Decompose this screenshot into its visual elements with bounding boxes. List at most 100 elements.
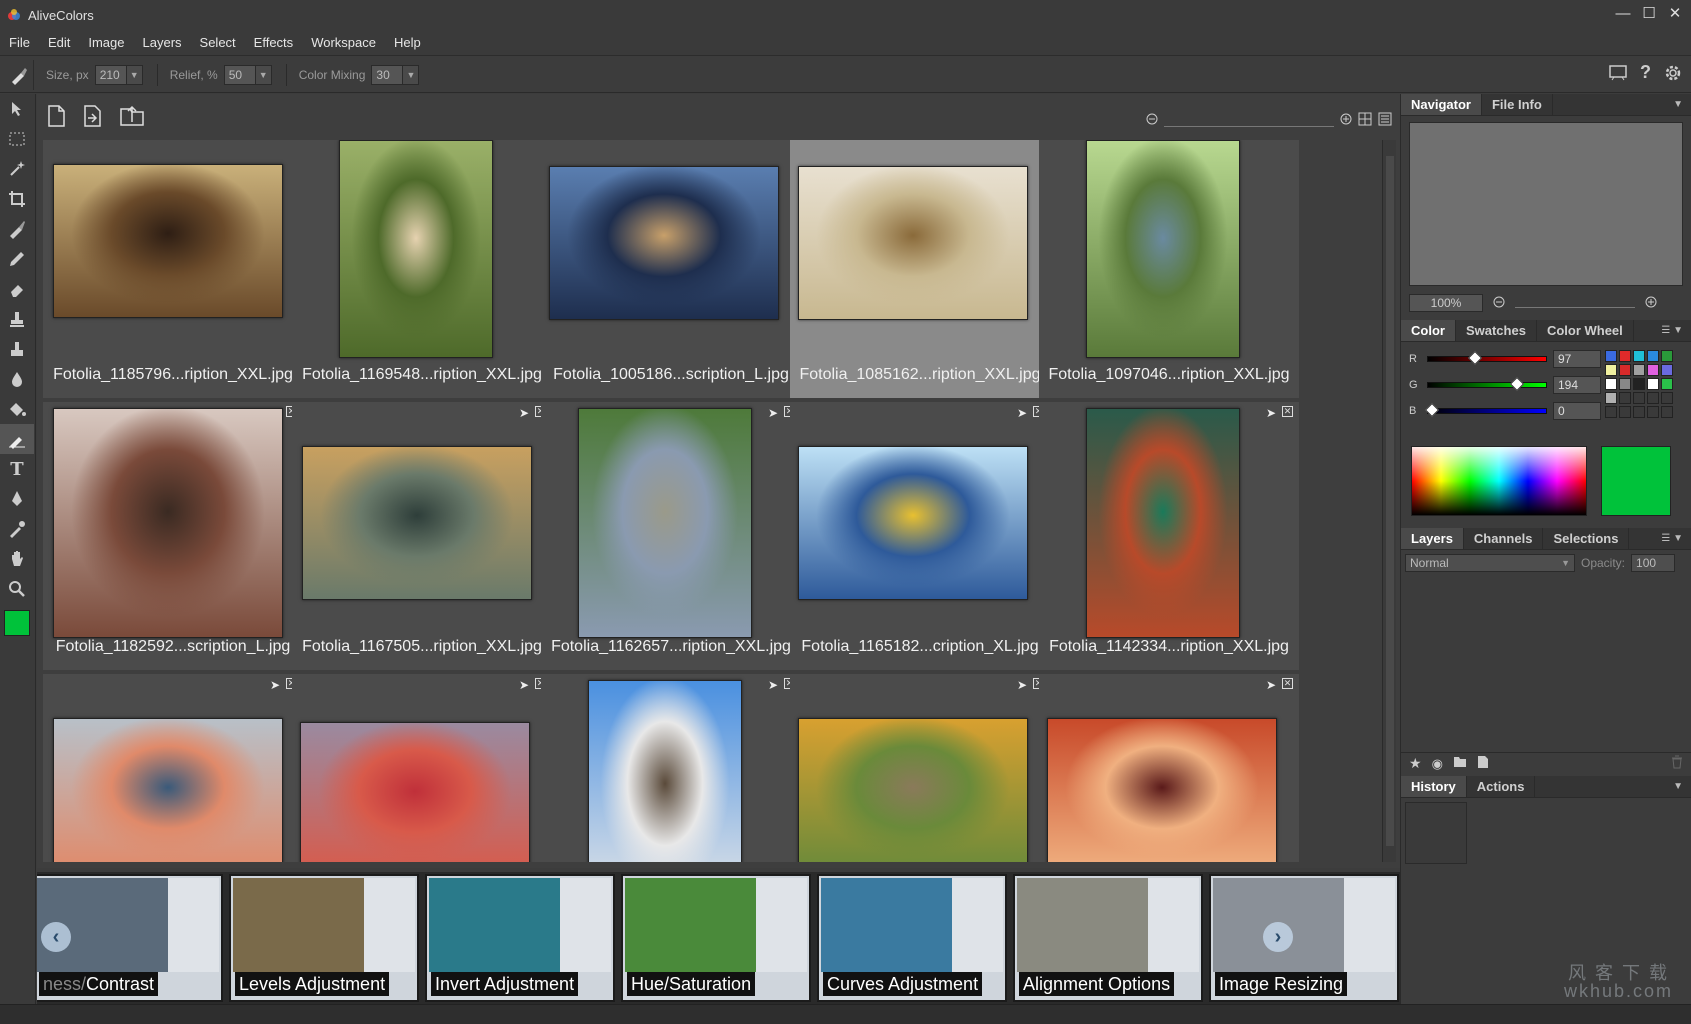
tutorial-card[interactable]: Alignment Options	[1013, 874, 1203, 1002]
menu-layers[interactable]: Layers	[134, 30, 191, 56]
magic-wand-icon[interactable]	[0, 154, 34, 184]
file-thumbnail-cell[interactable]: ➤✕Fotolia_1167505...ription_XXL.jpg	[292, 402, 552, 670]
tab-history[interactable]: History	[1401, 776, 1467, 797]
color-swatch[interactable]	[1605, 392, 1617, 404]
tutorial-card[interactable]: Levels Adjustment	[229, 874, 419, 1002]
tab-navigator[interactable]: Navigator	[1401, 94, 1482, 115]
settings-gear-icon[interactable]	[1663, 63, 1683, 86]
tutorial-card[interactable]: Invert Adjustment	[425, 874, 615, 1002]
file-thumbnail-cell[interactable]: ➤✕Fotolia_1182592...scription_L.jpg	[43, 402, 303, 670]
thumbnail-size-slider[interactable]	[1164, 115, 1334, 127]
menu-help[interactable]: Help	[385, 30, 430, 56]
color-swatch[interactable]	[1633, 406, 1645, 418]
minimize-icon[interactable]: —	[1615, 4, 1631, 22]
delete-layer-icon[interactable]	[1671, 755, 1683, 772]
maximize-icon[interactable]: ☐	[1641, 4, 1657, 22]
blur-drop-icon[interactable]	[0, 364, 34, 394]
stamp-icon[interactable]	[0, 304, 34, 334]
tab-color[interactable]: Color	[1401, 320, 1456, 341]
color-swatch[interactable]	[1647, 392, 1659, 404]
hand-tool-icon[interactable]	[0, 544, 34, 574]
channel-b-slider[interactable]	[1424, 402, 1547, 418]
image-thumbnail[interactable]	[798, 166, 1028, 320]
list-view-icon[interactable]	[1378, 112, 1392, 129]
pin-icon[interactable]: ➤	[519, 406, 529, 420]
new-group-icon[interactable]	[1453, 756, 1467, 771]
file-thumbnail-cell[interactable]: ➤✕Fotolia_1162657...ription_XXL.jpg	[541, 402, 801, 670]
history-panel-menu-icon[interactable]: ▼	[1673, 776, 1683, 798]
color-swatch[interactable]	[1605, 350, 1617, 362]
browser-scrollbar[interactable]	[1382, 140, 1396, 862]
image-thumbnail[interactable]	[53, 408, 283, 638]
layers-list[interactable]	[1401, 576, 1691, 752]
channel-g-slider[interactable]	[1427, 376, 1547, 392]
menu-file[interactable]: File	[0, 30, 39, 56]
color-swatch[interactable]	[1633, 378, 1645, 390]
color-mixing-input[interactable]: 30	[371, 64, 404, 85]
tutorial-card[interactable]: Image Resizing	[1209, 874, 1399, 1002]
close-thumbnail-icon[interactable]: ✕	[1282, 678, 1293, 689]
image-thumbnail[interactable]	[53, 164, 283, 318]
file-thumbnail-cell[interactable]: Fotolia_1097046...ription_XXL.jpg	[1039, 140, 1299, 398]
color-swatch[interactable]	[1661, 392, 1673, 404]
image-thumbnail[interactable]	[798, 446, 1028, 600]
brush-tool-icon[interactable]	[4, 59, 34, 90]
color-swatch[interactable]	[1661, 350, 1673, 362]
pin-icon[interactable]: ➤	[768, 678, 778, 692]
image-thumbnail[interactable]	[300, 722, 530, 862]
size-input[interactable]: 210	[94, 64, 127, 85]
adjustment-layer-icon[interactable]: ◉	[1432, 756, 1443, 772]
color-swatch[interactable]	[1605, 406, 1617, 418]
open-folder-icon[interactable]	[119, 104, 145, 131]
tutorial-card[interactable]: Hue/Saturation	[621, 874, 811, 1002]
file-thumbnail-cell[interactable]: ➤✕	[541, 674, 801, 862]
relief-input[interactable]: 50	[223, 64, 256, 85]
tutorial-card[interactable]: Curves Adjustment	[817, 874, 1007, 1002]
color-spectrum[interactable]	[1411, 446, 1587, 516]
foreground-color-swatch[interactable]	[4, 610, 30, 636]
menu-workspace[interactable]: Workspace	[302, 30, 385, 56]
color-swatch[interactable]	[1619, 350, 1631, 362]
zoom-out-icon[interactable]	[1146, 113, 1158, 128]
pin-icon[interactable]: ➤	[768, 406, 778, 420]
help-icon[interactable]: ?	[1640, 63, 1651, 86]
color-mixing-dropdown-icon[interactable]: ▼	[403, 64, 420, 85]
channel-r-input[interactable]: 97	[1553, 350, 1601, 368]
relief-dropdown-icon[interactable]: ▼	[255, 64, 272, 85]
color-swatch[interactable]	[1633, 350, 1645, 362]
heal-stamp-icon[interactable]	[0, 334, 34, 364]
tab-file-info[interactable]: File Info	[1482, 94, 1553, 115]
image-thumbnail[interactable]	[1086, 408, 1240, 638]
color-swatch[interactable]	[1619, 378, 1631, 390]
file-thumbnail-cell[interactable]: Fotolia_1185796...ription_XXL.jpg	[43, 140, 303, 398]
tab-selections[interactable]: Selections	[1543, 528, 1630, 549]
color-swatch[interactable]	[1647, 378, 1659, 390]
image-thumbnail[interactable]	[798, 718, 1028, 862]
navigator-preview[interactable]	[1409, 122, 1683, 286]
filmstrip-prev-icon[interactable]: ‹	[41, 922, 71, 952]
new-layer-fx-icon[interactable]: ★	[1409, 755, 1422, 772]
color-swatch[interactable]	[1647, 350, 1659, 362]
tab-color-wheel[interactable]: Color Wheel	[1537, 320, 1634, 341]
file-thumbnail-cell[interactable]: ➤✕Fotolia_1165182...cription_XL.jpg	[790, 402, 1050, 670]
new-file-icon[interactable]	[45, 104, 67, 131]
navigator-zoom-in-icon[interactable]	[1645, 296, 1657, 311]
color-swatch[interactable]	[1633, 364, 1645, 376]
crop-tool-icon[interactable]	[0, 184, 34, 214]
text-tool-icon[interactable]: T	[0, 454, 34, 484]
pin-icon[interactable]: ➤	[1017, 678, 1027, 692]
slider-knob[interactable]	[1467, 350, 1482, 366]
color-swatch[interactable]	[1647, 364, 1659, 376]
image-thumbnail[interactable]	[549, 166, 779, 320]
opacity-input[interactable]: 100	[1631, 554, 1676, 572]
image-thumbnail[interactable]	[588, 680, 742, 862]
marquee-tool-icon[interactable]	[0, 124, 34, 154]
pin-icon[interactable]: ➤	[1017, 406, 1027, 420]
panel-menu-icon[interactable]: ▼	[1673, 94, 1683, 116]
color-swatch[interactable]	[1661, 378, 1673, 390]
menu-image[interactable]: Image	[79, 30, 133, 56]
menu-edit[interactable]: Edit	[39, 30, 79, 56]
menu-effects[interactable]: Effects	[245, 30, 303, 56]
open-file-icon[interactable]	[81, 104, 105, 131]
close-thumbnail-icon[interactable]: ✕	[1282, 406, 1293, 417]
